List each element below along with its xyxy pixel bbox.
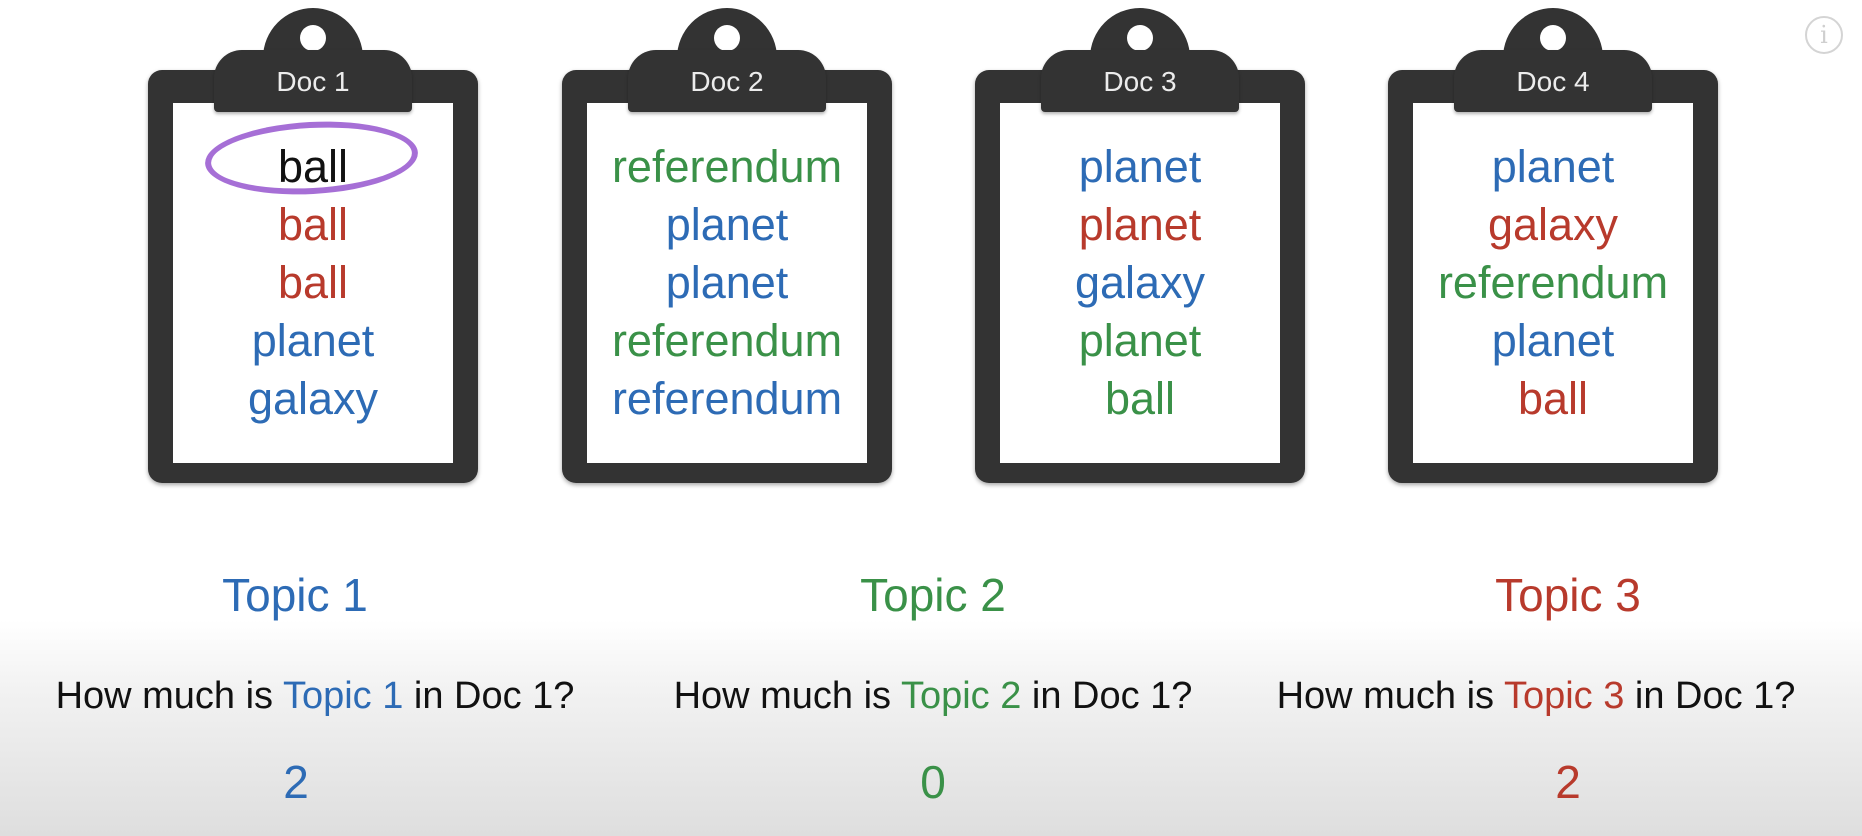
clip-hole — [714, 25, 740, 51]
word: referendum — [611, 373, 843, 424]
doc-label: Doc 2 — [690, 66, 764, 97]
word: planet — [1491, 315, 1615, 366]
info-icon[interactable]: i — [1805, 16, 1843, 54]
question-prefix: How much is — [673, 675, 901, 717]
word: galaxy — [1487, 199, 1619, 250]
word: referendum — [611, 141, 843, 192]
word: ball — [277, 257, 349, 308]
question-topic-name: Topic 2 — [900, 675, 1022, 717]
word: galaxy — [247, 373, 379, 424]
word: planet — [1078, 141, 1202, 192]
word: ball — [1104, 373, 1176, 424]
word-list: planet planet galaxy planet ball — [1000, 138, 1280, 428]
clip-hole — [1127, 25, 1153, 51]
word: planet — [1491, 141, 1615, 192]
clipboard-doc-4: Doc 4 planet galaxy referendum planet ba… — [1388, 8, 1718, 483]
question-prefix: How much is — [1276, 675, 1504, 717]
question-topic-3: How much is Topic 3 in Doc 1? — [1226, 675, 1846, 718]
topic-2-title: Topic 2 — [860, 569, 1006, 621]
question-suffix: in Doc 1? — [1021, 675, 1193, 717]
doc-label: Doc 4 — [1516, 66, 1590, 97]
clipboard-doc-3: Doc 3 planet planet galaxy planet ball — [975, 8, 1305, 483]
word: planet — [665, 199, 789, 250]
word: referendum — [1437, 257, 1669, 308]
topic-1-title: Topic 1 — [222, 569, 368, 621]
word: planet — [665, 257, 789, 308]
question-topic-1: How much is Topic 1 in Doc 1? — [5, 675, 625, 718]
question-prefix: How much is — [55, 675, 283, 717]
clip-hole — [300, 25, 326, 51]
topic-3-count: 2 — [1555, 756, 1581, 808]
question-suffix: in Doc 1? — [403, 675, 575, 717]
word: planet — [251, 315, 375, 366]
topic-3-title: Topic 3 — [1495, 569, 1641, 621]
word: planet — [1078, 199, 1202, 250]
word: planet — [1078, 315, 1202, 366]
question-topic-name: Topic 3 — [1503, 675, 1625, 717]
doc-label: Doc 3 — [1103, 66, 1177, 97]
doc-label: Doc 1 — [276, 66, 350, 97]
word: ball — [1517, 373, 1589, 424]
clipboard-doc-2: Doc 2 referendum planet planet referendu… — [562, 8, 892, 483]
topic-1-count: 2 — [283, 756, 309, 808]
question-topic-2: How much is Topic 2 in Doc 1? — [623, 675, 1243, 718]
word: referendum — [611, 315, 843, 366]
clipboard-doc-1: Doc 1 ball ball ball planet galaxy — [148, 8, 478, 483]
clip-hole — [1540, 25, 1566, 51]
word-list: referendum planet planet referendum refe… — [587, 138, 867, 428]
word: ball — [277, 199, 349, 250]
word: galaxy — [1074, 257, 1206, 308]
word-list: planet galaxy referendum planet ball — [1413, 138, 1693, 428]
question-topic-name: Topic 1 — [282, 675, 404, 717]
question-suffix: in Doc 1? — [1624, 675, 1796, 717]
topic-2-count: 0 — [920, 756, 946, 808]
